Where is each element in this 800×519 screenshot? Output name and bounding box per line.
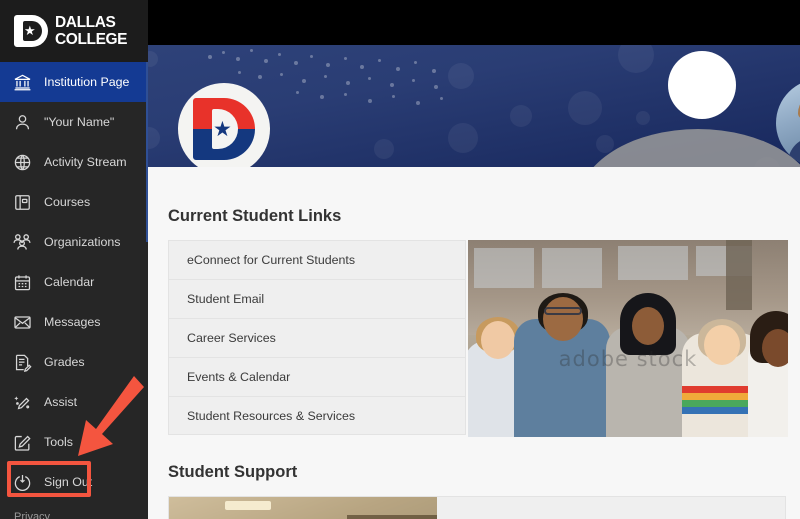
current-student-links-title: Current Student Links bbox=[168, 207, 342, 225]
sidebar-item-assist[interactable]: Assist bbox=[0, 382, 148, 422]
sidebar-item-label: Organizations bbox=[44, 235, 121, 249]
sidebar-item-label: Messages bbox=[44, 315, 101, 329]
list-item[interactable]: eConnect for Current Students bbox=[168, 240, 466, 279]
classroom-interior-photo bbox=[169, 497, 437, 519]
sidebar-item-label: Sign Out bbox=[44, 475, 93, 489]
sidebar-item-institution-page[interactable]: Institution Page bbox=[0, 62, 148, 102]
privacy-link[interactable]: Privacy bbox=[14, 511, 50, 519]
sidebar-item-calendar[interactable]: Calendar bbox=[0, 262, 148, 302]
list-item[interactable]: Student Email bbox=[168, 279, 466, 318]
sign-out-arrow-icon bbox=[10, 470, 34, 494]
sidebar-item-your-name[interactable]: "Your Name" bbox=[0, 102, 148, 142]
dallas-college-d-logo-icon bbox=[14, 15, 48, 47]
browser-page: DALLAS COLLEGE Institution Page "Your Na… bbox=[0, 0, 800, 519]
calendar-icon bbox=[10, 270, 34, 294]
student-support-row: Ready for Day One bbox=[168, 496, 786, 519]
main-content-area: Current Student Links eConnect for Curre… bbox=[148, 167, 800, 519]
left-sidebar-navigation: DALLAS COLLEGE Institution Page "Your Na… bbox=[0, 0, 148, 519]
sidebar-item-tools[interactable]: Tools bbox=[0, 422, 148, 462]
people-group-icon bbox=[10, 230, 34, 254]
book-courses-icon bbox=[10, 190, 34, 214]
document-pencil-grades-icon bbox=[10, 350, 34, 374]
brand-line-1: DALLAS bbox=[55, 14, 116, 31]
sidebar-item-label: Institution Page bbox=[44, 75, 130, 89]
sparkle-pencil-assist-icon bbox=[10, 390, 34, 414]
list-item[interactable]: Career Services bbox=[168, 318, 466, 357]
sidebar-item-courses[interactable]: Courses bbox=[0, 182, 148, 222]
sidebar-item-label: Grades bbox=[44, 355, 85, 369]
sidebar-item-sign-out[interactable]: Sign Out bbox=[0, 462, 148, 502]
user-person-icon bbox=[10, 110, 34, 134]
list-item[interactable]: Student Resources & Services bbox=[168, 396, 466, 435]
institution-banner: ★ bbox=[148, 45, 800, 167]
list-item[interactable]: Ready for Day One bbox=[437, 497, 785, 519]
sidebar-item-organizations[interactable]: Organizations bbox=[0, 222, 148, 262]
list-item[interactable]: Events & Calendar bbox=[168, 357, 466, 396]
sidebar-item-label: Assist bbox=[44, 395, 78, 409]
sidebar-item-label: Activity Stream bbox=[44, 155, 127, 169]
students-group-photo: adobe stock bbox=[468, 240, 788, 437]
institution-bank-icon bbox=[10, 70, 34, 94]
current-student-links-row: eConnect for Current Students Student Em… bbox=[168, 240, 788, 437]
current-student-links-list: eConnect for Current Students Student Em… bbox=[168, 240, 466, 437]
brand-line-2: COLLEGE bbox=[55, 30, 128, 48]
sidebar-item-label: Courses bbox=[44, 195, 91, 209]
envelope-icon bbox=[10, 310, 34, 334]
sidebar-item-label: Tools bbox=[44, 435, 73, 449]
dallas-college-brand-logo[interactable]: DALLAS COLLEGE bbox=[0, 0, 148, 62]
student-support-title: Student Support bbox=[168, 463, 298, 481]
sidebar-item-activity-stream[interactable]: Activity Stream bbox=[0, 142, 148, 182]
dallas-college-circle-logo-icon: ★ bbox=[178, 83, 270, 167]
top-black-bar bbox=[148, 0, 800, 45]
sidebar-item-messages[interactable]: Messages bbox=[0, 302, 148, 342]
sidebar-item-label: Calendar bbox=[44, 275, 95, 289]
globe-icon bbox=[10, 150, 34, 174]
sidebar-item-grades[interactable]: Grades bbox=[0, 342, 148, 382]
banner-white-circle-shape bbox=[668, 51, 736, 119]
sidebar-item-label: "Your Name" bbox=[44, 115, 115, 129]
sidebar-accent-edge bbox=[146, 62, 148, 242]
square-pencil-tools-icon bbox=[10, 430, 34, 454]
brand-wordmark: DALLAS COLLEGE bbox=[55, 14, 128, 48]
photo-watermark: adobe stock bbox=[558, 348, 698, 371]
